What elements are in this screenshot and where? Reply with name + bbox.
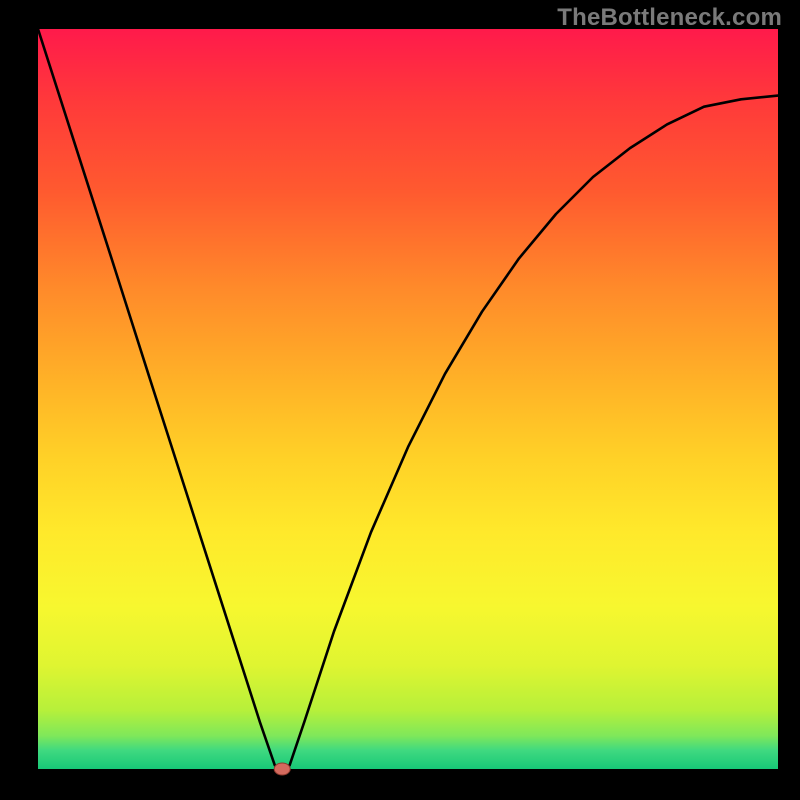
chart-container: TheBottleneck.com: [0, 0, 800, 800]
watermark-text: TheBottleneck.com: [557, 4, 782, 32]
dip-marker: [274, 763, 290, 775]
chart-svg: [0, 0, 800, 800]
plot-background: [38, 29, 778, 769]
